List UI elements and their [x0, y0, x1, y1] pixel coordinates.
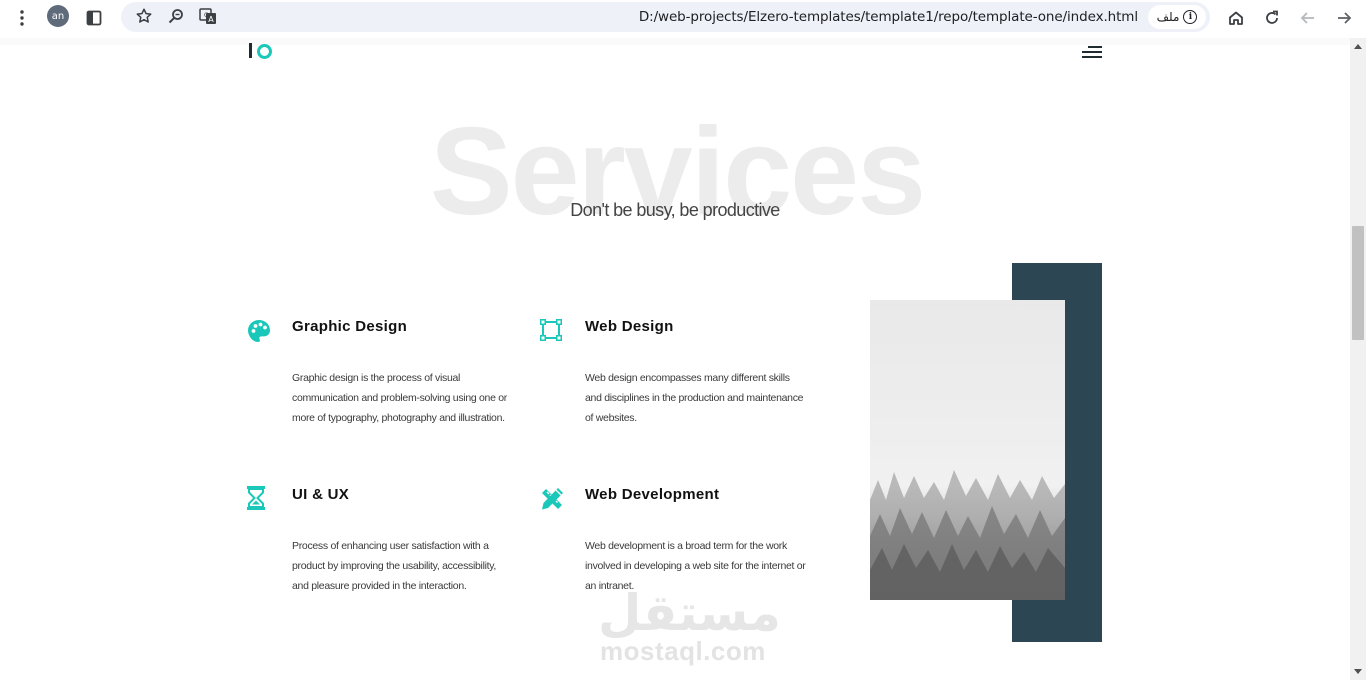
site-info-icon: i: [1183, 10, 1198, 24]
section-subtitle: Don't be busy, be productive: [570, 200, 780, 220]
service-description: Process of enhancing user satisfaction w…: [292, 540, 497, 592]
forest-photo: [870, 300, 1065, 600]
section-background-title: Services: [429, 103, 926, 241]
logo-bar: [249, 43, 252, 58]
bookmark-star-icon[interactable]: [130, 2, 158, 30]
hourglass-icon: [246, 486, 272, 512]
vector-square-icon: [539, 318, 565, 344]
zoom-icon[interactable]: [162, 2, 190, 30]
svg-text:G: G: [204, 12, 209, 19]
watermark-latin: mostaql.com: [600, 636, 766, 666]
address-bar[interactable]: AG D:/web-projects/Elzero-templates/temp…: [121, 2, 1210, 32]
sidebar-toggle-icon[interactable]: [80, 4, 108, 32]
home-icon[interactable]: [1222, 4, 1250, 32]
profile-avatar[interactable]: an: [47, 5, 69, 27]
hamburger-menu-icon[interactable]: [1082, 44, 1102, 60]
site-label: ملف: [1156, 10, 1180, 24]
back-icon[interactable]: [1294, 4, 1322, 32]
site-info-chip[interactable]: ملف i: [1148, 5, 1206, 29]
svg-text:A: A: [208, 15, 214, 24]
reload-icon[interactable]: [1258, 4, 1286, 32]
kebab-menu-icon[interactable]: [8, 4, 36, 32]
service-title: Graphic Design: [292, 318, 408, 335]
forward-icon[interactable]: [1330, 4, 1358, 32]
browser-toolbar: an AG D:/web-projects/Elzero-templates/t…: [0, 0, 1366, 39]
scroll-down-icon[interactable]: [1354, 669, 1362, 674]
pencil-ruler-icon: [539, 486, 565, 512]
translate-icon[interactable]: AG: [194, 2, 222, 30]
logo-icon[interactable]: [249, 41, 275, 59]
scroll-thumb[interactable]: [1352, 226, 1364, 340]
page-scrollbar[interactable]: [1350, 38, 1366, 680]
service-title: Web Development: [585, 486, 720, 503]
service-title: UI & UX: [292, 486, 350, 503]
watermark-arabic: مستقل: [598, 584, 781, 642]
url-text[interactable]: D:/web-projects/Elzero-templates/templat…: [639, 9, 1138, 25]
logo-ring: [257, 44, 272, 59]
service-description: Graphic design is the process of visual …: [292, 372, 507, 424]
service-title: Web Design: [585, 318, 674, 335]
page-header: [0, 38, 1350, 45]
scroll-up-icon[interactable]: [1354, 44, 1362, 49]
service-description: Web design encompasses many different sk…: [585, 372, 804, 424]
palette-icon: [246, 318, 272, 344]
